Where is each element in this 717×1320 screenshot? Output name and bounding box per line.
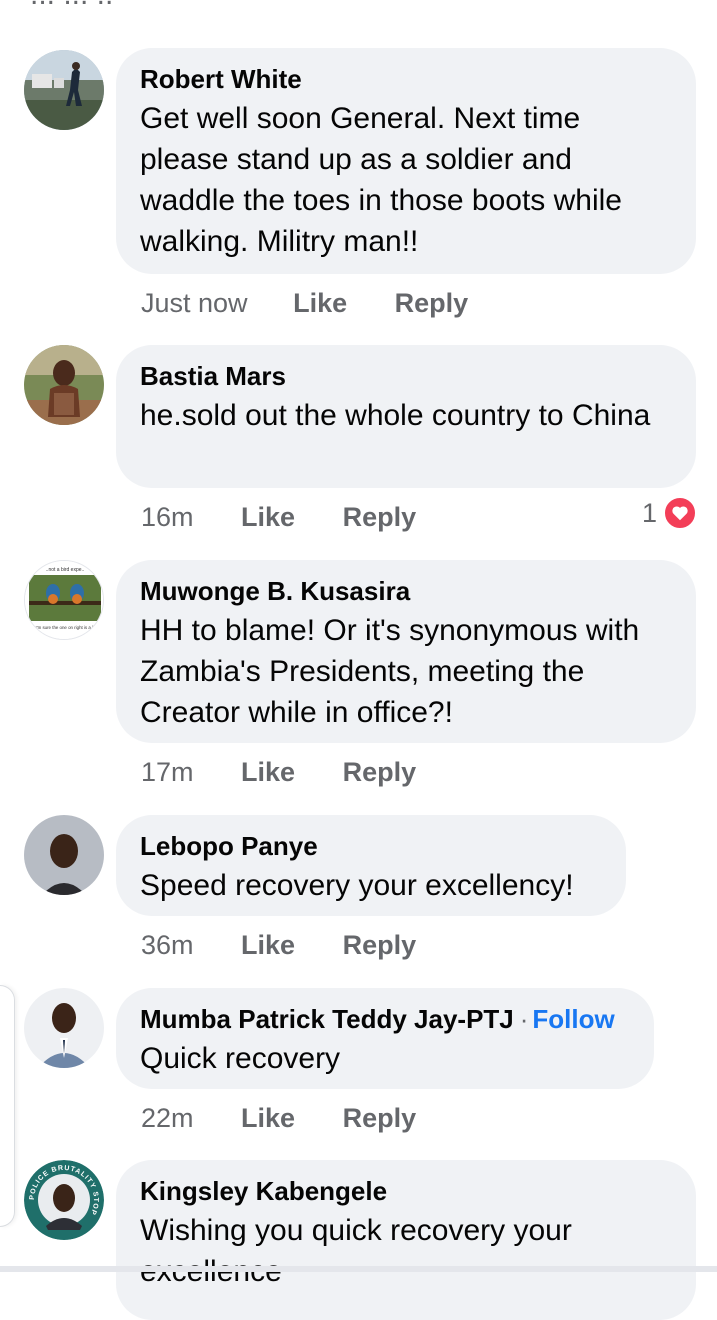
comment-bubble[interactable]: Lebopo Panye Speed recovery your excelle…: [116, 815, 626, 916]
like-button[interactable]: Like: [241, 1103, 295, 1134]
comment-author[interactable]: Kingsley Kabengele: [140, 1174, 672, 1208]
comment-actions: 36m Like Reply: [141, 930, 416, 961]
comment-text: Quick recovery: [140, 1042, 341, 1075]
avatar[interactable]: [24, 50, 104, 130]
comment-timestamp[interactable]: 22m: [141, 1103, 194, 1134]
bottom-divider: [0, 1266, 717, 1272]
comment-author-row: Mumba Patrick Teddy Jay-PTJ · Follow: [140, 1002, 630, 1036]
avatar-photo: [24, 988, 104, 1068]
avatar-caption-top: ..not a bird expe..: [46, 567, 85, 573]
comment-bubble[interactable]: Mumba Patrick Teddy Jay-PTJ · Follow Quick…: [116, 988, 654, 1089]
reaction-count: 1: [641, 497, 657, 528]
avatar[interactable]: [24, 345, 104, 425]
comment-author[interactable]: Bastia Mars: [140, 359, 672, 393]
follow-button[interactable]: Follow: [532, 1004, 614, 1034]
reply-button[interactable]: Reply: [343, 757, 417, 788]
comment-text: Speed recovery your excellency!: [140, 869, 574, 902]
avatar-photo: [24, 50, 104, 130]
comment-text: Get well soon General. Next time please …: [140, 102, 622, 258]
comment-bubble[interactable]: Robert White Get well soon General. Next…: [116, 48, 696, 274]
comment-bubble[interactable]: Bastia Mars he.sold out the whole countr…: [116, 345, 696, 488]
comment-actions: 17m Like Reply: [141, 757, 416, 788]
separator-dot: ·: [519, 1004, 529, 1034]
like-button[interactable]: Like: [241, 930, 295, 961]
comment-author[interactable]: Lebopo Panye: [140, 829, 602, 863]
avatar-photo: [24, 815, 104, 895]
avatar[interactable]: [24, 988, 104, 1068]
avatar[interactable]: [24, 815, 104, 895]
reply-button[interactable]: Reply: [395, 288, 469, 319]
comment-text: he.sold out the whole country to China: [140, 399, 651, 432]
reply-button[interactable]: Reply: [343, 930, 417, 961]
avatar-photo: POLICE BRUTALITY STOP: [24, 1160, 104, 1240]
comment-text: HH to blame! Or it's synonymous with Zam…: [140, 614, 640, 729]
comment-actions: 16m Like Reply: [141, 502, 416, 533]
comment-timestamp[interactable]: Just now: [141, 288, 248, 319]
comment-text: Wishing you quick recovery your excellen…: [140, 1214, 572, 1288]
reply-button[interactable]: Reply: [343, 1103, 417, 1134]
like-button[interactable]: Like: [241, 757, 295, 788]
comment-actions: Just now Like Reply: [141, 288, 468, 319]
comment-bubble[interactable]: Muwonge B. Kusasira HH to blame! Or it's…: [116, 560, 696, 743]
comment-actions: 22m Like Reply: [141, 1103, 416, 1134]
comment-timestamp[interactable]: 36m: [141, 930, 194, 961]
avatar[interactable]: POLICE BRUTALITY STOP: [24, 1160, 104, 1240]
comment-author[interactable]: Mumba Patrick Teddy Jay-PTJ: [140, 1004, 514, 1034]
avatar-photo: [24, 345, 104, 425]
comment-author[interactable]: Robert White: [140, 62, 672, 96]
previous-comment-clipped: ... ... ..: [30, 0, 113, 12]
avatar[interactable]: ..not a bird expe.. ...ut I'm sure the o…: [24, 560, 104, 640]
reaction-summary[interactable]: 1: [642, 496, 697, 530]
avatar-caption-bottom: ...ut I'm sure the one on right is a fem…: [27, 625, 103, 630]
comment-bubble[interactable]: Kingsley Kabengele Wishing you quick rec…: [116, 1160, 696, 1320]
side-panel-edge: [0, 985, 15, 1227]
heart-reaction-icon: [663, 496, 697, 530]
comment-timestamp[interactable]: 17m: [141, 757, 194, 788]
like-button[interactable]: Like: [241, 502, 295, 533]
comment-timestamp[interactable]: 16m: [141, 502, 194, 533]
comment-author[interactable]: Muwonge B. Kusasira: [140, 574, 672, 608]
avatar-photo: ..not a bird expe.. ...ut I'm sure the o…: [25, 561, 103, 639]
like-button[interactable]: Like: [293, 288, 347, 319]
reply-button[interactable]: Reply: [343, 502, 417, 533]
